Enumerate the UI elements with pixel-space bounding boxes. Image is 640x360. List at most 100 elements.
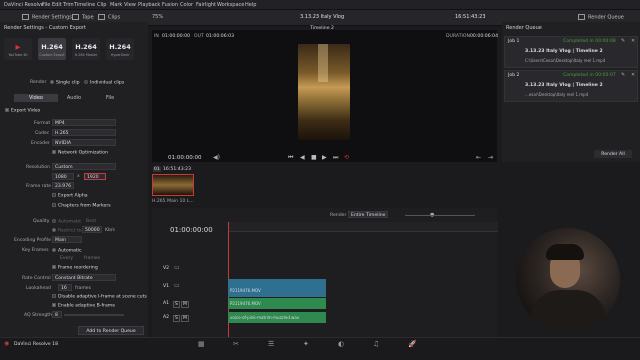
menu-trim[interactable]: Trim bbox=[63, 2, 74, 8]
menu-edit[interactable]: Edit bbox=[52, 2, 62, 8]
loop-icon[interactable]: ⟲ bbox=[344, 154, 349, 161]
play-icon[interactable]: ▶ bbox=[322, 154, 327, 161]
aq-strength-slider[interactable] bbox=[64, 314, 124, 316]
next-clip-icon[interactable]: ⇥ bbox=[488, 154, 493, 161]
out-timecode: 01:00:06:03 bbox=[206, 34, 235, 39]
job-card-2[interactable]: Job 2 Completed in 00:00:07 ✎ ✕ 3.13.23 … bbox=[504, 70, 638, 102]
viewer-timeline-name[interactable]: Timeline 2 bbox=[310, 26, 334, 31]
preset-hyperdeck[interactable]: H.264 HyperDeck bbox=[106, 38, 134, 60]
render-all-button[interactable]: Render All bbox=[594, 150, 632, 158]
stop-icon[interactable]: ■ bbox=[311, 154, 317, 161]
timeline-ruler[interactable] bbox=[228, 222, 498, 232]
track-a2-mute[interactable]: M bbox=[181, 315, 189, 322]
encoding-profile-select[interactable]: Main bbox=[52, 236, 82, 243]
in-label: IN bbox=[154, 34, 159, 39]
codec-select[interactable]: H.265 bbox=[52, 129, 116, 136]
menu-timeline[interactable]: Timeline bbox=[74, 2, 95, 8]
preset-h264-master[interactable]: H.264 H.264 Master bbox=[72, 38, 100, 60]
in-timecode: 01:00:00:00 bbox=[162, 34, 191, 39]
menu-fusion[interactable]: Fusion bbox=[162, 2, 178, 8]
edit-icon[interactable]: ✎ bbox=[621, 38, 625, 44]
hair-shape bbox=[546, 244, 584, 260]
edit-page-icon[interactable]: ☰ bbox=[268, 340, 274, 348]
radio-on-icon bbox=[52, 248, 56, 252]
individual-clips-radio[interactable]: Individual clips bbox=[84, 80, 124, 86]
menu-davinci[interactable]: DaVinci Resolve bbox=[4, 2, 44, 8]
menu-view[interactable]: View bbox=[124, 2, 136, 8]
key-frames-automatic-radio[interactable]: Automatic bbox=[52, 248, 82, 254]
step-back-icon[interactable]: ◀ bbox=[300, 154, 305, 161]
checkbox-icon bbox=[52, 203, 56, 207]
preset-custom-export[interactable]: H.264 Custom Export bbox=[38, 38, 66, 60]
fairlight-page-icon[interactable]: ♫ bbox=[373, 340, 379, 348]
close-icon[interactable]: ✕ bbox=[631, 38, 635, 44]
zoom-level[interactable]: 75% bbox=[152, 14, 163, 20]
clips-toggle[interactable]: Clips bbox=[98, 14, 120, 21]
menu-file[interactable]: File bbox=[42, 2, 50, 8]
resolution-height-input[interactable]: 1920 bbox=[84, 173, 106, 180]
go-to-start-icon[interactable]: ⏮ bbox=[288, 154, 293, 162]
resolution-x-label: x bbox=[77, 174, 80, 179]
fusion-page-icon[interactable]: ✦ bbox=[303, 340, 309, 348]
deliver-page-icon[interactable]: 🚀 bbox=[408, 340, 417, 348]
job-card-1[interactable]: Job 1 Completed in 00:00:08 ✎ ✕ 3.13.23 … bbox=[504, 36, 638, 68]
resolution-select[interactable]: Custom bbox=[52, 163, 116, 170]
add-to-render-queue-button[interactable]: Add to Render Queue bbox=[78, 326, 144, 335]
checkbox-icon bbox=[52, 294, 56, 298]
lookahead-input[interactable]: 16 bbox=[58, 284, 72, 291]
quality-automatic-radio[interactable]: Automatic bbox=[52, 219, 82, 225]
track-v1-clip[interactable]: P2119476.MOV bbox=[228, 279, 326, 297]
track-a2-solo[interactable]: S bbox=[173, 315, 180, 322]
audio-icon[interactable]: ◀) bbox=[213, 154, 220, 161]
close-icon[interactable]: ✕ bbox=[631, 72, 635, 78]
menu-color[interactable]: Color bbox=[180, 2, 193, 8]
aq-strength-input[interactable]: 8 bbox=[52, 311, 62, 318]
menu-mark[interactable]: Mark bbox=[110, 2, 122, 8]
edit-icon[interactable]: ✎ bbox=[621, 72, 625, 78]
track-a1-clip[interactable]: P2119476.MOV bbox=[228, 298, 326, 309]
restrict-to-radio[interactable]: Restrict to bbox=[52, 228, 82, 234]
job-name: 3.13.23 Italy Vlog | Timeline 2 bbox=[525, 83, 603, 88]
menu-workspace[interactable]: Workspace bbox=[217, 2, 244, 8]
track-v2-monitor-icon[interactable]: ▭ bbox=[174, 264, 180, 271]
export-alpha-checkbox[interactable]: Export Alpha bbox=[52, 193, 88, 199]
menu-fairlight[interactable]: Fairlight bbox=[196, 2, 216, 8]
timeline-render-select[interactable]: Entire Timeline bbox=[348, 211, 388, 218]
color-page-icon[interactable]: ◐ bbox=[338, 340, 344, 348]
end-icon[interactable]: ⏭ bbox=[333, 154, 338, 162]
track-v1-monitor-icon[interactable]: ▭ bbox=[174, 282, 180, 289]
menu-help[interactable]: Help bbox=[245, 2, 256, 8]
duration-label: DURATION bbox=[446, 34, 470, 39]
single-clip-radio[interactable]: Single clip bbox=[50, 80, 80, 86]
preset-youtube[interactable]: ▶ YouTube 4K bbox=[4, 38, 32, 60]
network-optimization-checkbox[interactable]: Network Optimization bbox=[52, 150, 108, 156]
frame-rate-select[interactable]: 23.976 bbox=[52, 182, 74, 189]
frame-reordering-checkbox[interactable]: Frame reordering bbox=[52, 265, 98, 271]
davinci-logo-icon: ◉ bbox=[4, 340, 10, 347]
chapters-checkbox[interactable]: Chapters from Markers bbox=[52, 203, 111, 209]
render-settings-toggle[interactable]: Render Settings bbox=[22, 14, 72, 21]
render-mode-label: Render bbox=[30, 80, 47, 85]
restrict-bitrate-input[interactable]: 50000 bbox=[82, 226, 102, 233]
track-a1-mute[interactable]: M bbox=[181, 301, 189, 308]
enable-adaptive-b-checkbox[interactable]: Enable adaptive B-frame bbox=[52, 303, 115, 309]
prev-clip-icon[interactable]: ⇤ bbox=[476, 154, 481, 161]
rate-control-select[interactable]: Constant Bitrate bbox=[52, 274, 116, 281]
encoder-select[interactable]: NVIDIA bbox=[52, 139, 116, 146]
tab-file[interactable]: File bbox=[88, 94, 132, 102]
menu-playback[interactable]: Playback bbox=[138, 2, 160, 8]
tape-toggle[interactable]: Tape bbox=[72, 14, 94, 21]
tape-icon bbox=[72, 14, 79, 20]
disable-adaptive-i-checkbox[interactable]: Disable adaptive I-frame at scene cuts bbox=[52, 294, 147, 300]
menu-clip[interactable]: Clip bbox=[97, 2, 106, 8]
track-a1-solo[interactable]: S bbox=[173, 301, 180, 308]
cut-page-icon[interactable]: ✂ bbox=[233, 340, 239, 348]
render-queue-toggle[interactable]: Render Queue bbox=[578, 14, 624, 21]
media-page-icon[interactable]: ▦ bbox=[198, 340, 205, 348]
clip-thumbnail[interactable] bbox=[152, 174, 194, 196]
export-video-checkbox[interactable]: Export Video bbox=[5, 108, 40, 114]
timeline-zoom-slider[interactable] bbox=[405, 215, 475, 216]
format-select[interactable]: MP4 bbox=[52, 119, 116, 126]
track-a2-clip[interactable]: voice-of-pink-matrim-muzzled.wav bbox=[228, 312, 326, 323]
resolution-width-input[interactable]: 1080 bbox=[52, 173, 74, 180]
